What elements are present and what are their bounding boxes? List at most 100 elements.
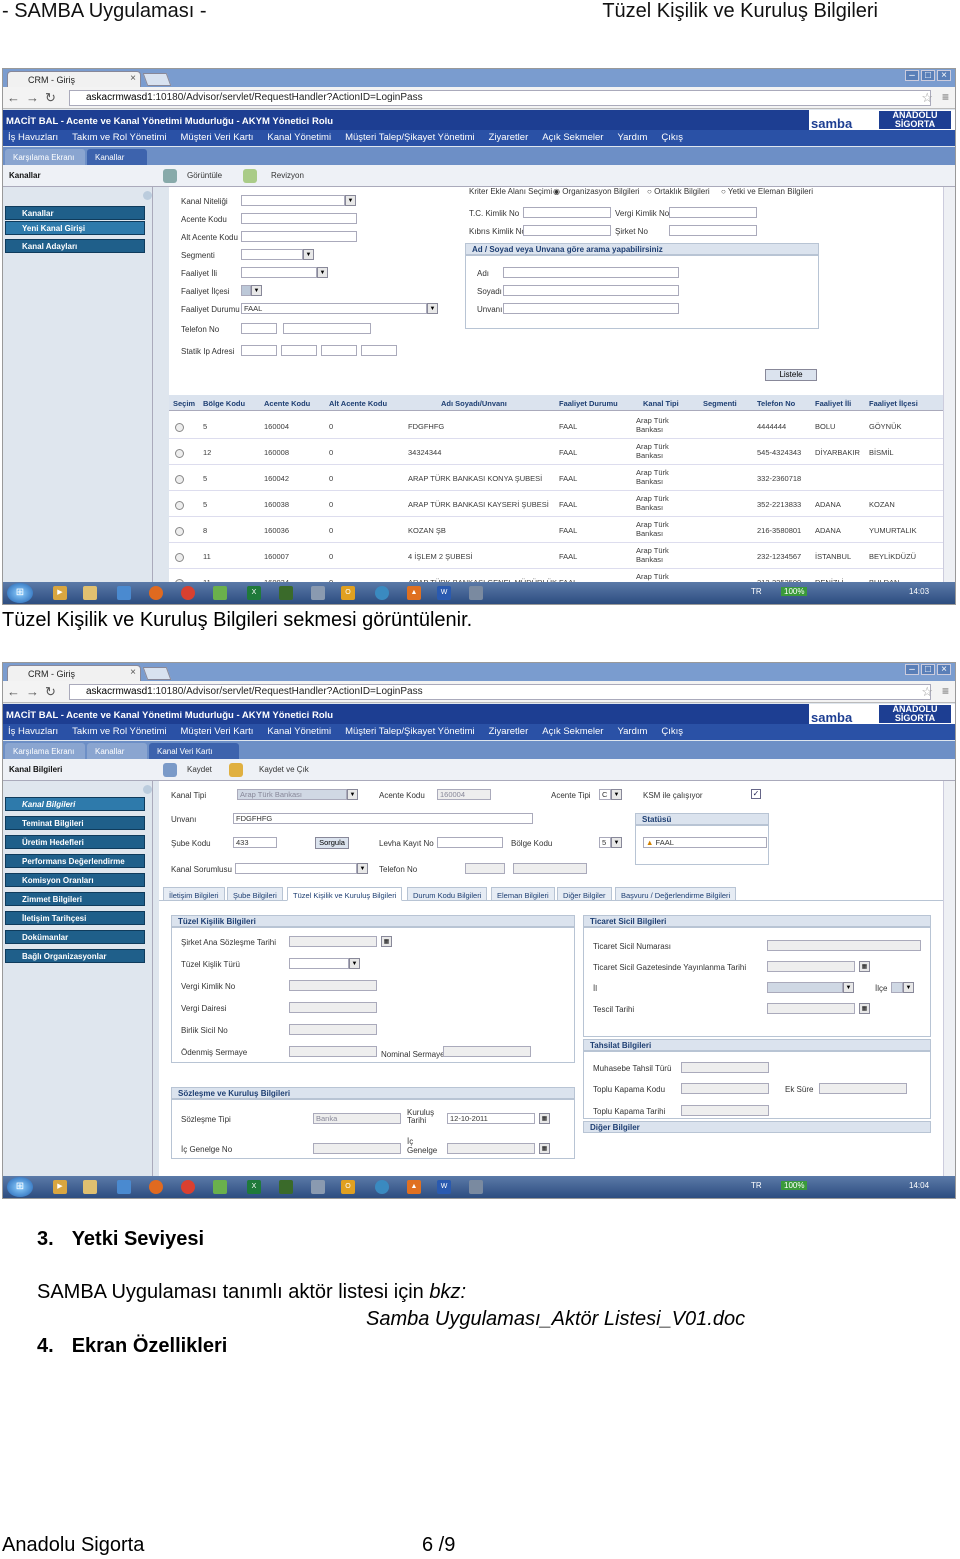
subtab-diger[interactable]: Diğer Bilgiler	[557, 887, 612, 901]
telefon-input[interactable]	[513, 863, 587, 874]
radio-organizasyon[interactable]: ◉ Organizasyon Bilgileri	[553, 187, 640, 196]
app-icon[interactable]	[311, 586, 325, 600]
sidebar-item[interactable]: Zimmet Bilgileri	[5, 892, 145, 906]
calendar-icon[interactable]: ▦	[859, 1003, 870, 1014]
table-row[interactable]: 5 160038 0 ARAP TÜRK BANKASI KAYSERİ ŞUBESİ…	[169, 491, 943, 517]
telefon-kod-input[interactable]	[241, 323, 277, 334]
menu-acik-sekmeler[interactable]: Açık Sekmeler	[542, 132, 603, 143]
menu-kanal-yonetimi[interactable]: Kanal Yönetimi	[267, 132, 331, 143]
folder-icon[interactable]	[83, 586, 97, 600]
new-tab-button[interactable]	[142, 73, 172, 86]
nominal-sermaye-input[interactable]	[443, 1046, 531, 1057]
app-icon[interactable]	[279, 1180, 293, 1194]
start-icon[interactable]: ⊞	[7, 583, 33, 603]
chevron-down-icon[interactable]: ▼	[611, 789, 622, 800]
tab-kanal-veri-karti[interactable]: Kanal Veri Kartı	[149, 743, 239, 759]
radio-yetki[interactable]: ○ Yetki ve Eleman Bilgileri	[721, 187, 813, 196]
app-icon[interactable]	[469, 586, 483, 600]
app-icon[interactable]	[279, 586, 293, 600]
chrome-icon[interactable]	[181, 586, 195, 600]
sozlesme-tarihi-input[interactable]	[289, 936, 377, 947]
col-telefon[interactable]: Telefon No	[757, 399, 795, 408]
app-icon[interactable]	[213, 1180, 227, 1194]
row-radio[interactable]	[175, 423, 184, 432]
chevron-down-icon[interactable]: ▼	[303, 249, 314, 260]
collapse-icon[interactable]	[143, 785, 152, 794]
kanal-tipi-select[interactable]: Arap Türk Bankası	[237, 789, 347, 800]
new-tab-button[interactable]	[142, 667, 172, 680]
chevron-down-icon[interactable]: ▼	[317, 267, 328, 278]
row-radio[interactable]	[175, 527, 184, 536]
chevron-down-icon[interactable]: ▼	[357, 863, 368, 874]
menu-musteri-talep[interactable]: Müşteri Talep/Şikayet Yönetimi	[345, 726, 475, 737]
col-faaliyet-ilcesi[interactable]: Faaliyet İlçesi	[869, 399, 918, 408]
tc-input[interactable]	[523, 207, 611, 218]
table-row[interactable]: 5 160042 0 ARAP TÜRK BANKASI KONYA ŞUBESİ FA…	[169, 465, 943, 491]
kanal-niteligi-select[interactable]	[241, 195, 345, 206]
toplu-kapama-tarihi-input[interactable]	[681, 1105, 769, 1116]
close-icon[interactable]: ×	[130, 667, 136, 678]
clock[interactable]: 14:04	[909, 1181, 929, 1190]
clock[interactable]: 14:03	[909, 587, 929, 596]
kurulus-tarihi-input[interactable]: 12-10-2011	[447, 1113, 535, 1124]
ip-part-4[interactable]	[361, 345, 397, 356]
chrome-icon[interactable]	[181, 1180, 195, 1194]
unvan-input[interactable]: FDGFHFG	[233, 813, 533, 824]
nav-icons[interactable]: ←→↻	[7, 90, 62, 106]
menu-musteri-veri[interactable]: Müşteri Veri Kartı	[181, 726, 254, 737]
outlook-icon[interactable]: O	[341, 1180, 355, 1194]
menu-icon[interactable]: ≡	[942, 684, 949, 698]
soyad-input[interactable]	[503, 285, 679, 296]
menu-is-havuzlari[interactable]: İş Havuzları	[8, 132, 58, 143]
ksm-checkbox[interactable]: ✓	[751, 789, 761, 799]
app-icon[interactable]	[117, 1180, 131, 1194]
sidebar-item[interactable]: Teminat Bilgileri	[5, 816, 145, 830]
sidebar-item[interactable]: Üretim Hedefleri	[5, 835, 145, 849]
subtab-eleman[interactable]: Eleman Bilgileri	[491, 887, 555, 901]
save-exit-button[interactable]: Kaydet ve Çık	[259, 765, 309, 774]
faaliyet-durumu-select[interactable]: FAAL	[241, 303, 427, 314]
col-unvan[interactable]: Adı Soyadı/Unvanı	[441, 399, 507, 408]
row-radio[interactable]	[175, 553, 184, 562]
url-field[interactable]: askacrmwasd1:10180/Advisor/servlet/Reque…	[69, 90, 931, 106]
subtab-tuzel-kisilik[interactable]: Tüzel Kişilik ve Kuruluş Bilgileri	[287, 887, 403, 901]
ie-icon[interactable]	[375, 1180, 389, 1194]
table-row[interactable]: 11 160007 0 4 İŞLEM 2 ŞUBESİ FAAL Arap Türk B…	[169, 543, 943, 569]
chevron-down-icon[interactable]: ▼	[843, 982, 854, 993]
acente-tipi-select[interactable]: C	[599, 789, 611, 800]
ip-part-3[interactable]	[321, 345, 357, 356]
tescil-tarihi-input[interactable]	[767, 1003, 855, 1014]
col-bolge[interactable]: Bölge Kodu	[203, 399, 245, 408]
app-icon[interactable]	[469, 1180, 483, 1194]
chevron-down-icon[interactable]: ▼	[347, 789, 358, 800]
tab-kanallar[interactable]: Kanallar	[87, 149, 147, 165]
sidebar-item[interactable]: Kanal Bilgileri	[5, 797, 145, 811]
faaliyet-ilcesi-select[interactable]	[241, 285, 251, 296]
word-icon[interactable]: W	[437, 586, 451, 600]
odenmis-sermaye-input[interactable]	[289, 1046, 377, 1057]
menu-ziyaretler[interactable]: Ziyaretler	[489, 132, 529, 143]
calendar-icon[interactable]: ▦	[539, 1113, 550, 1124]
vergi-kimlik-input[interactable]	[289, 980, 377, 991]
url-field[interactable]: askacrmwasd1:10180/Advisor/servlet/Reque…	[69, 684, 931, 700]
acente-kodu-input[interactable]	[241, 213, 357, 224]
minimize-icon[interactable]: –	[905, 664, 919, 675]
star-icon[interactable]: ☆	[921, 90, 933, 106]
ip-part-1[interactable]	[241, 345, 277, 356]
subtab-iletisim[interactable]: İletişim Bilgileri	[163, 887, 225, 901]
ilce-select[interactable]	[891, 982, 903, 993]
menu-musteri-veri[interactable]: Müşteri Veri Kartı	[181, 132, 254, 143]
muhasebe-tahsil-input[interactable]	[681, 1062, 769, 1073]
app-icon[interactable]: ▲	[407, 586, 421, 600]
collapse-icon[interactable]	[143, 191, 152, 200]
vergi-dairesi-input[interactable]	[289, 1002, 377, 1013]
tab-kanallar[interactable]: Kanallar	[87, 743, 147, 759]
firefox-icon[interactable]	[149, 586, 163, 600]
sidebar-item[interactable]: Performans Değerlendirme	[5, 854, 145, 868]
col-kanal-tipi[interactable]: Kanal Tipi	[643, 399, 679, 408]
gazete-tarihi-input[interactable]	[767, 961, 855, 972]
subtab-sube[interactable]: Şube Bilgileri	[227, 887, 283, 901]
chevron-down-icon[interactable]: ▼	[345, 195, 356, 206]
sidebar-item[interactable]: İletişim Tarihçesi	[5, 911, 145, 925]
word-icon[interactable]: W	[437, 1180, 451, 1194]
